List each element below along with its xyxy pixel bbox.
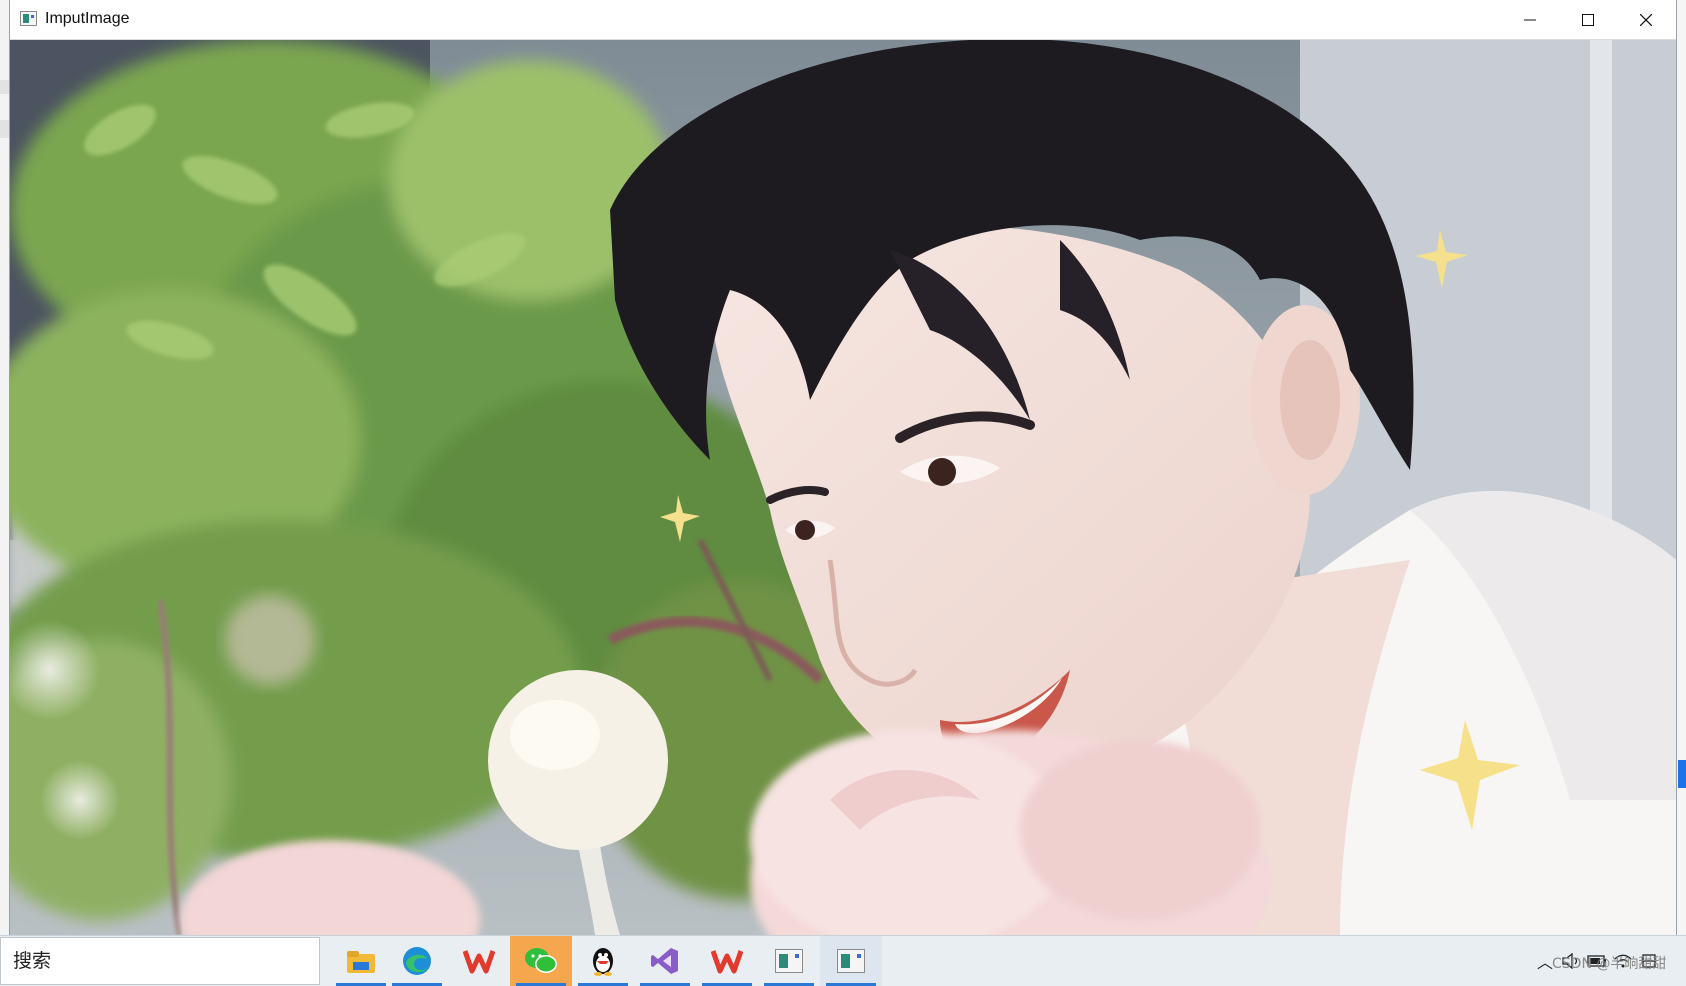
portrait-photo bbox=[10, 40, 1676, 935]
wps-office-icon bbox=[711, 950, 743, 974]
close-button[interactable] bbox=[1617, 0, 1675, 39]
minimize-button[interactable] bbox=[1501, 0, 1559, 39]
close-icon bbox=[1640, 13, 1652, 26]
imputimage-app-icon bbox=[837, 949, 865, 973]
taskbar-edge[interactable] bbox=[386, 936, 448, 986]
taskbar-file-explorer[interactable] bbox=[330, 936, 392, 986]
wps-office-icon bbox=[463, 950, 495, 974]
taskbar-wechat[interactable] bbox=[510, 936, 572, 986]
maximize-button[interactable] bbox=[1559, 0, 1617, 39]
taskbar: 搜索 ︿ bbox=[0, 935, 1686, 986]
file-explorer-icon bbox=[347, 951, 375, 973]
visual-studio-icon bbox=[651, 948, 678, 974]
desktop-background-right bbox=[1676, 0, 1686, 935]
background-app-edge bbox=[1678, 760, 1686, 788]
taskbar-search-box[interactable]: 搜索 bbox=[0, 937, 320, 985]
wechat-icon bbox=[525, 948, 557, 973]
app-icon[interactable] bbox=[20, 11, 37, 26]
title-bar[interactable]: ImputImage bbox=[10, 0, 1676, 40]
qq-penguin-icon bbox=[593, 948, 613, 976]
taskbar-wps-office-2[interactable] bbox=[696, 936, 758, 986]
image-canvas bbox=[10, 40, 1676, 935]
edge-browser-icon bbox=[403, 947, 431, 975]
taskbar-wps-office[interactable] bbox=[448, 936, 510, 986]
minimize-icon bbox=[1524, 19, 1536, 20]
taskbar-imputimage-1[interactable] bbox=[758, 936, 820, 986]
taskbar-visual-studio[interactable] bbox=[634, 936, 696, 986]
maximize-icon bbox=[1582, 13, 1594, 26]
csdn-watermark: CSDN @半晌甜甜 bbox=[1552, 956, 1667, 972]
desktop-background-left bbox=[0, 0, 10, 935]
window-title: ImputImage bbox=[45, 10, 130, 27]
chevron-up-icon: ︿ bbox=[1536, 953, 1553, 972]
taskbar-qq[interactable] bbox=[572, 936, 634, 986]
taskbar-imputimage-2[interactable] bbox=[820, 936, 882, 986]
imputimage-app-icon bbox=[775, 949, 803, 973]
image-window: ImputImage bbox=[10, 0, 1676, 935]
